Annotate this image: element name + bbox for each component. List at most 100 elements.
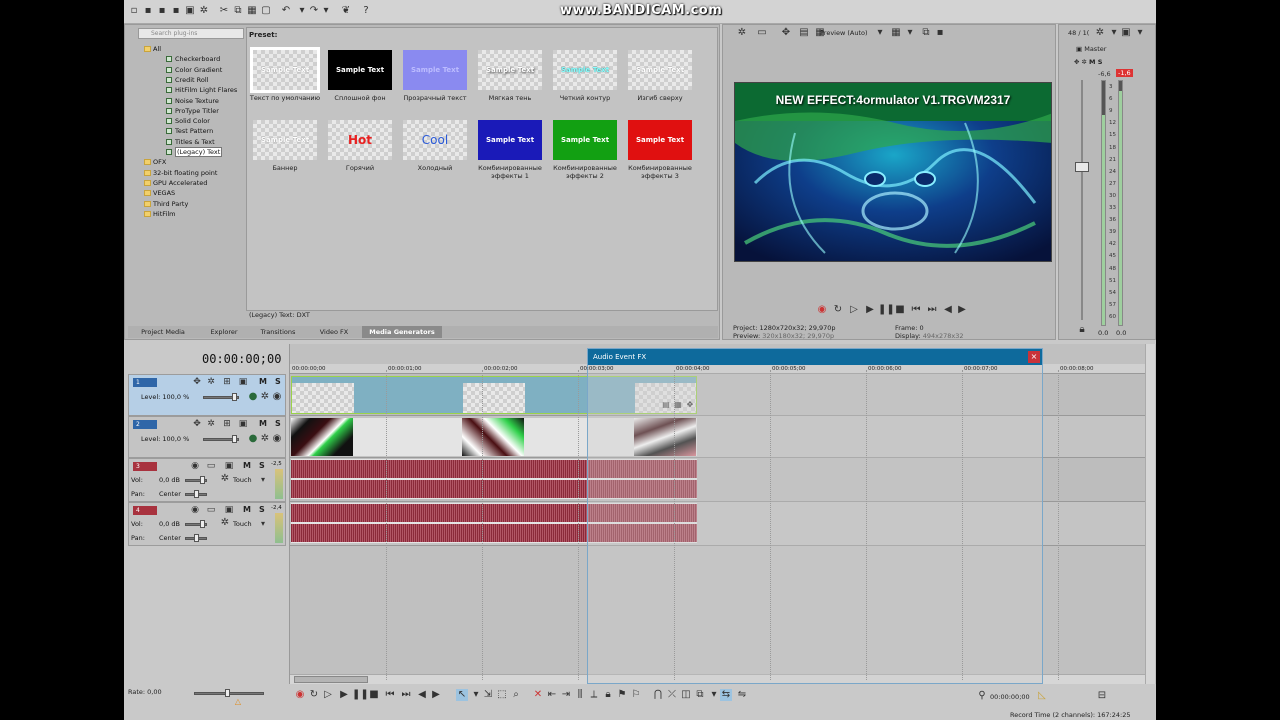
preview-settings-gear-icon[interactable]: ✲ [736,27,748,39]
mute-button[interactable]: M [259,419,267,428]
selection-tool-icon[interactable]: ⬚ [496,689,508,701]
stop-icon[interactable]: ■ [894,304,906,316]
arm-record-icon[interactable]: ◉ [189,460,201,472]
automation-settings-gear-icon[interactable]: ✲ [219,473,231,485]
pan-slider-knob[interactable] [194,490,199,498]
copy-icon[interactable]: ⧉ [232,5,244,17]
plugin-search-input[interactable]: Search plug-ins [138,28,244,39]
mixer-chevron-down-icon[interactable]: ▾ [1108,27,1120,39]
track-header-4[interactable]: 4 M S ◉ ▭ ▣ Vol: 0,0 dB Pan: Center ✲ Touch ▾ -2,4 [128,502,286,546]
insert-region-icon[interactable]: ⚐ [630,689,642,701]
tree-item-third-party[interactable]: Third Party [144,200,188,208]
zoom-tool-icon[interactable]: ⌕ [510,689,522,701]
solo-button[interactable]: S [259,505,265,514]
lock-icon[interactable]: 🔒︎ [1076,324,1088,336]
undo-dropdown-icon[interactable]: ▾ [296,5,308,17]
tree-item-test-pattern[interactable]: Test Pattern [166,127,213,135]
redo-dropdown-icon[interactable]: ▾ [320,5,332,17]
save-icon[interactable]: ▪ [156,5,168,17]
mute-button[interactable]: M [243,461,251,470]
timeline-play-icon[interactable]: ▶ [338,689,350,701]
mask-icon[interactable]: ▣ [237,376,249,388]
horizontal-scroll-thumb[interactable] [294,676,368,683]
grid-chevron-down-icon[interactable]: ▾ [904,27,916,39]
insert-marker-icon[interactable]: ⚑ [616,689,628,701]
volume-slider-knob[interactable] [200,520,205,528]
tree-item-all[interactable]: All [144,45,161,53]
external-monitor-icon[interactable]: ▭ [756,27,768,39]
undo-icon[interactable]: ↶ [280,5,292,17]
volume-slider-knob[interactable] [200,476,205,484]
split-at-cursor-icon[interactable]: ⟂ [588,689,600,701]
tree-item-checkerboard[interactable]: Checkerboard [166,55,220,63]
timeline-go-to-start-icon[interactable]: ⏮ [384,689,396,701]
tree-item-hitfilm[interactable]: HitFilm [144,210,175,218]
normal-edit-tool-icon[interactable]: ↖ [456,689,468,701]
track-options-icon[interactable]: ● [247,391,259,403]
track-settings-gear-icon[interactable]: ✲ [259,433,271,445]
mixer-settings-gear-icon[interactable]: ✲ [1094,27,1106,39]
preset-tile[interactable]: Sample Text [628,120,692,160]
record-icon[interactable]: ◉ [816,304,828,316]
properties-icon[interactable]: ▣ [184,5,196,17]
plugin-manager-icon[interactable]: ❦ [340,5,352,17]
timeline-prev-frame-icon[interactable]: ◀ [416,689,428,701]
track-header-2[interactable]: 2 M S ✥ ✲ ⊞ ▣ Level: 100,0 % ● ✲ ◉ [128,416,286,458]
preset-tile[interactable]: Sample Text [253,120,317,160]
mixer-dropdown-icon[interactable]: ▾ [1134,27,1146,39]
solo-button[interactable]: S [275,377,281,386]
mixer-properties-icon[interactable]: ▣ [1120,27,1132,39]
preset-tile[interactable]: Sample Text [328,50,392,90]
volume-slider[interactable] [185,476,207,484]
timeline-stop-icon[interactable]: ■ [368,689,380,701]
tree-item-credit-roll[interactable]: Credit Roll [166,76,208,84]
mute-button[interactable]: M [259,377,267,386]
level-slider[interactable] [203,435,239,443]
grouping-icon[interactable]: ⧉ [694,689,706,701]
preset-tile[interactable]: Hot [328,120,392,160]
previous-frame-icon[interactable]: ◀ [942,304,954,316]
tab-project-media[interactable]: Project Media [128,326,198,338]
mask-icon[interactable]: ▣ [237,418,249,430]
preset-tile[interactable]: Sample Text [628,50,692,90]
tab-explorer[interactable]: Explorer [198,326,250,338]
auto-preview-icon[interactable]: ⇋ [736,689,748,701]
grid-icon[interactable]: ▦ [890,27,902,39]
open-project-icon[interactable]: ▪ [142,5,154,17]
preview-quality-dropdown[interactable]: Preview (Auto) [820,29,868,37]
automation-mode[interactable]: Touch [233,476,252,484]
track-header-1[interactable]: 1 M S ✥ ✲ ⊞ ▣ Level: 100,0 % ● ✲ ◉ [128,374,286,416]
new-project-icon[interactable]: ▫ [128,5,140,17]
go-to-start-icon[interactable]: ⏮ [910,304,922,316]
auto-ripple-icon[interactable]: ◫ [680,689,692,701]
delete-icon[interactable]: ▢ [260,5,272,17]
trim-end-icon[interactable]: ⇥ [560,689,572,701]
settings-gear-icon[interactable]: ✲ [198,5,210,17]
render-icon[interactable]: ▪ [170,5,182,17]
preset-tile[interactable]: Cool [403,120,467,160]
arm-record-icon[interactable]: ◉ [189,504,201,516]
preset-tile[interactable]: Sample Text [403,50,467,90]
move-icon[interactable]: ✥ [780,27,792,39]
track-envelope-icon[interactable]: ◉ [271,433,283,445]
motion-icon[interactable]: ✥ [191,376,203,388]
redo-icon[interactable]: ↷ [308,5,320,17]
snapping-icon[interactable]: ⋂ [652,689,664,701]
copy-snapshot-icon[interactable]: ⧉ [920,27,932,39]
track-header-3[interactable]: 3 M S ◉ ▭ ▣ Vol: 0,0 dB Pan: Center ✲ Touch ▾ -2,5 [128,458,286,502]
trim-start-icon[interactable]: ⇤ [546,689,558,701]
automation-chevron-down-icon[interactable]: ▾ [257,474,269,486]
tree-item-solid-color[interactable]: Solid Color [166,117,210,125]
tree-item-gpu-accelerated[interactable]: GPU Accelerated [144,179,207,187]
timeline-record-icon[interactable]: ◉ [294,689,306,701]
fx-icon[interactable]: ✲ [205,418,217,430]
go-to-end-icon[interactable]: ⏭ [926,304,938,316]
mute-button[interactable]: M [243,505,251,514]
invert-phase-icon[interactable]: ▭ [205,504,217,516]
timecode-display[interactable]: 00:00:00;00 [202,352,281,366]
play-icon[interactable]: ▶ [864,304,876,316]
level-slider-knob[interactable] [232,435,237,443]
edit-tool-chevron-down-icon[interactable]: ▾ [470,689,482,701]
preset-tile[interactable]: Sample Text [553,50,617,90]
loop-region-icon[interactable]: ◺ [1036,690,1048,702]
